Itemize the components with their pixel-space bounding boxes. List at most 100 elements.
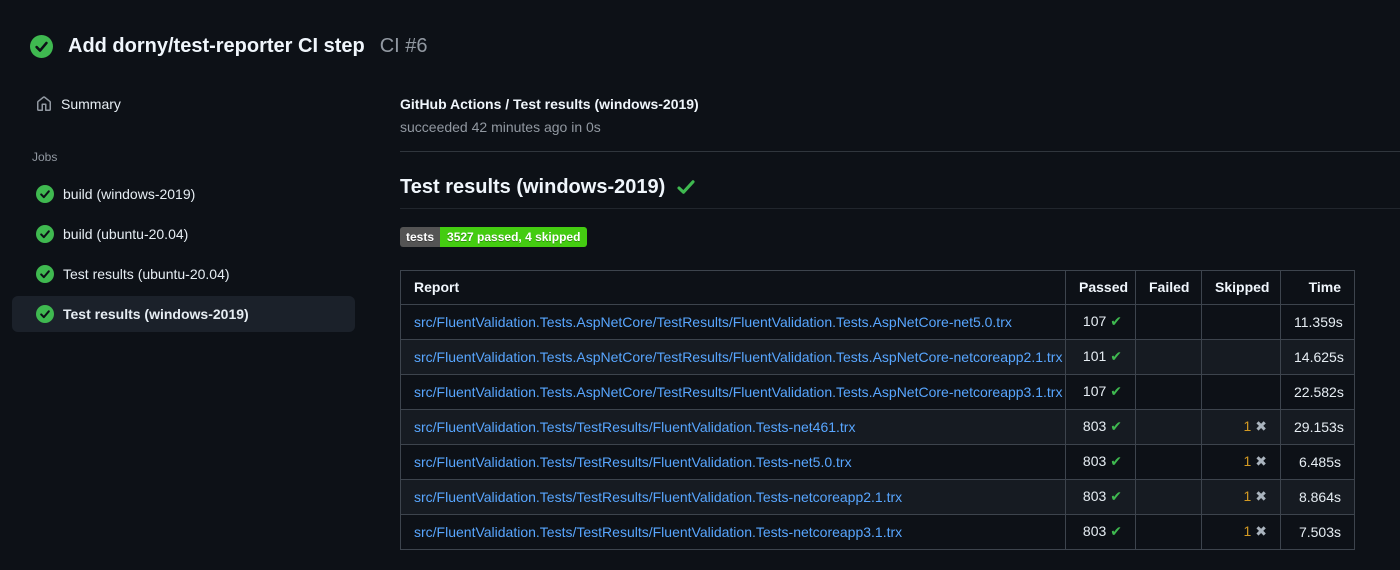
report-cell: src/FluentValidation.Tests/TestResults/F… xyxy=(400,409,1066,445)
time-cell: 7.503s xyxy=(1280,514,1355,550)
passed-count: 107 xyxy=(1082,313,1107,329)
tests-badge[interactable]: tests 3527 passed, 4 skipped xyxy=(400,227,588,247)
sidebar-job-label: build (ubuntu-20.04) xyxy=(63,226,189,242)
report-link[interactable]: src/FluentValidation.Tests/TestResults/F… xyxy=(414,419,855,435)
skipped-count: 1 xyxy=(1243,523,1252,539)
skipped-cross-icon: ✖ xyxy=(1255,524,1267,540)
failed-cell xyxy=(1135,514,1202,550)
sidebar-job-label: build (windows-2019) xyxy=(63,186,196,202)
passed-cell: 803 ✔ xyxy=(1065,514,1136,550)
run-header: Add dorny/test-reporter CI step CI #6 xyxy=(0,0,1400,62)
skipped-count: 1 xyxy=(1243,453,1252,469)
jobs-heading: Jobs xyxy=(32,150,58,164)
sidebar-item-summary[interactable]: Summary xyxy=(12,86,355,122)
passed-cell: 107 ✔ xyxy=(1065,374,1136,410)
passed-count: 107 xyxy=(1082,383,1107,399)
failed-cell xyxy=(1135,409,1202,445)
divider-top xyxy=(400,151,1400,152)
check-icon xyxy=(677,180,695,194)
table-row: src/FluentValidation.Tests.AspNetCore/Te… xyxy=(400,304,1355,340)
table-row: src/FluentValidation.Tests.AspNetCore/Te… xyxy=(400,374,1355,410)
passed-check-icon: ✔ xyxy=(1110,524,1122,540)
home-icon xyxy=(37,96,51,111)
failed-cell xyxy=(1135,479,1202,515)
table-row: src/FluentValidation.Tests/TestResults/F… xyxy=(400,444,1355,480)
report-cell: src/FluentValidation.Tests/TestResults/F… xyxy=(400,444,1066,480)
report-link[interactable]: src/FluentValidation.Tests/TestResults/F… xyxy=(414,524,902,540)
passed-check-icon: ✔ xyxy=(1110,349,1122,365)
sidebar-job-label: Test results (ubuntu-20.04) xyxy=(63,266,230,282)
sidebar-item-build-windows-2019-[interactable]: build (windows-2019) xyxy=(12,176,355,212)
table-header-row: Report Passed Failed Skipped Time xyxy=(400,270,1355,305)
time-cell: 14.625s xyxy=(1280,339,1355,375)
table-row: src/FluentValidation.Tests.AspNetCore/Te… xyxy=(400,339,1355,375)
column-header-failed: Failed xyxy=(1135,270,1202,305)
passed-check-icon: ✔ xyxy=(1110,384,1122,400)
skipped-cell xyxy=(1201,339,1281,375)
report-cell: src/FluentValidation.Tests/TestResults/F… xyxy=(400,514,1066,550)
passed-cell: 107 ✔ xyxy=(1065,304,1136,340)
passed-count: 803 xyxy=(1082,523,1107,539)
passed-count: 101 xyxy=(1082,348,1107,364)
skipped-count: 1 xyxy=(1243,418,1252,434)
passed-check-icon: ✔ xyxy=(1110,489,1122,505)
skipped-cross-icon: ✖ xyxy=(1255,489,1267,505)
check-circle-icon xyxy=(36,265,54,283)
failed-cell xyxy=(1135,374,1202,410)
report-cell: src/FluentValidation.Tests.AspNetCore/Te… xyxy=(400,304,1066,340)
divider-heading xyxy=(400,208,1400,209)
report-cell: src/FluentValidation.Tests.AspNetCore/Te… xyxy=(400,339,1066,375)
time-cell: 22.582s xyxy=(1280,374,1355,410)
tests-badge-label: tests xyxy=(400,227,441,247)
time-cell: 11.359s xyxy=(1280,304,1355,340)
passed-cell: 803 ✔ xyxy=(1065,444,1136,480)
report-link[interactable]: src/FluentValidation.Tests/TestResults/F… xyxy=(414,454,852,470)
passed-count: 803 xyxy=(1082,488,1107,504)
failed-cell xyxy=(1135,304,1202,340)
report-link[interactable]: src/FluentValidation.Tests.AspNetCore/Te… xyxy=(414,384,1062,400)
column-header-time: Time xyxy=(1280,270,1355,305)
report-link[interactable]: src/FluentValidation.Tests.AspNetCore/Te… xyxy=(414,349,1062,365)
sidebar: Summary Jobs build (windows-2019) build … xyxy=(0,62,400,550)
skipped-cross-icon: ✖ xyxy=(1255,454,1267,470)
skipped-cell: 1 ✖ xyxy=(1201,409,1281,445)
skipped-count: 1 xyxy=(1243,488,1252,504)
check-circle-icon xyxy=(36,305,54,323)
tests-badge-value: 3527 passed, 4 skipped xyxy=(440,227,588,247)
passed-cell: 803 ✔ xyxy=(1065,409,1136,445)
report-cell: src/FluentValidation.Tests/TestResults/F… xyxy=(400,479,1066,515)
skipped-cell: 1 ✖ xyxy=(1201,479,1281,515)
section-heading: Test results (windows-2019) xyxy=(400,173,1400,201)
skipped-cell xyxy=(1201,304,1281,340)
passed-check-icon: ✔ xyxy=(1110,419,1122,435)
check-circle-icon xyxy=(30,34,53,58)
time-cell: 29.153s xyxy=(1280,409,1355,445)
time-cell: 6.485s xyxy=(1280,444,1355,480)
skipped-cell xyxy=(1201,374,1281,410)
test-results-table: Report Passed Failed Skipped Time src/Fl… xyxy=(400,270,1355,550)
failed-cell xyxy=(1135,339,1202,375)
time-cell: 8.864s xyxy=(1280,479,1355,515)
sidebar-job-label: Test results (windows-2019) xyxy=(63,306,249,322)
column-header-skipped: Skipped xyxy=(1201,270,1281,305)
skipped-cross-icon: ✖ xyxy=(1255,419,1267,435)
column-header-passed: Passed xyxy=(1065,270,1136,305)
table-row: src/FluentValidation.Tests/TestResults/F… xyxy=(400,514,1355,550)
passed-check-icon: ✔ xyxy=(1110,454,1122,470)
failed-cell xyxy=(1135,444,1202,480)
job-title: GitHub Actions / Test results (windows-2… xyxy=(400,96,699,112)
report-link[interactable]: src/FluentValidation.Tests/TestResults/F… xyxy=(414,489,902,505)
run-number: CI #6 xyxy=(379,34,428,57)
skipped-cell: 1 ✖ xyxy=(1201,444,1281,480)
sidebar-item-test-results-windows-2019-[interactable]: Test results (windows-2019) xyxy=(12,296,355,332)
sidebar-item-test-results-ubuntu-20-04-[interactable]: Test results (ubuntu-20.04) xyxy=(12,256,355,292)
report-link[interactable]: src/FluentValidation.Tests.AspNetCore/Te… xyxy=(414,314,1012,330)
sidebar-item-build-ubuntu-20-04-[interactable]: build (ubuntu-20.04) xyxy=(12,216,355,252)
table-row: src/FluentValidation.Tests/TestResults/F… xyxy=(400,479,1355,515)
check-circle-icon xyxy=(36,185,54,203)
passed-cell: 101 ✔ xyxy=(1065,339,1136,375)
check-circle-icon xyxy=(36,225,54,243)
table-row: src/FluentValidation.Tests/TestResults/F… xyxy=(400,409,1355,445)
job-subtitle: succeeded 42 minutes ago in 0s xyxy=(400,119,601,135)
passed-count: 803 xyxy=(1082,453,1107,469)
